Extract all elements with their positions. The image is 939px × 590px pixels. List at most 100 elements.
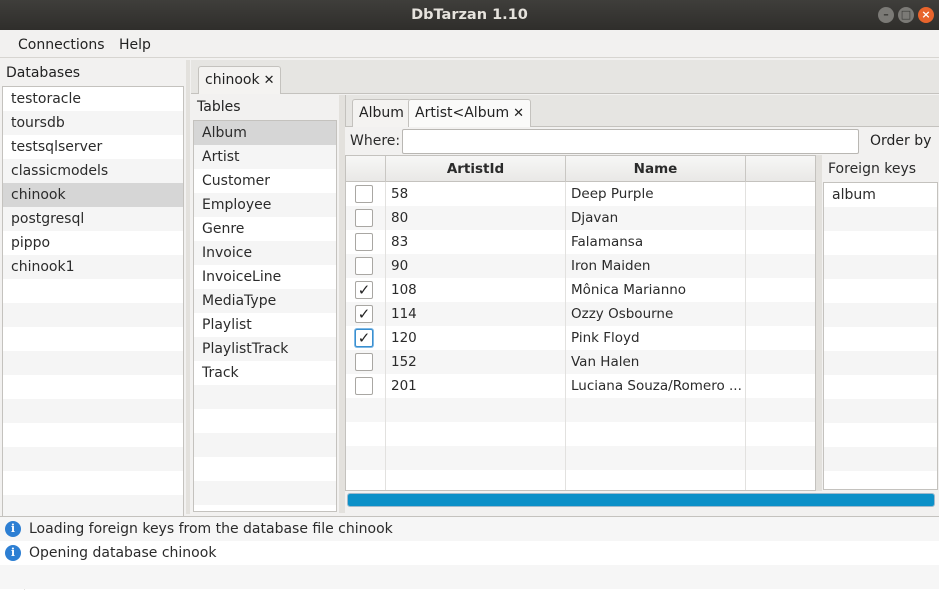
filler-cell — [746, 398, 815, 422]
table-row[interactable]: 83 Falamansa — [346, 230, 815, 254]
row-checkbox[interactable] — [355, 185, 373, 203]
table-item[interactable]: Artist — [194, 145, 336, 169]
database-item[interactable]: toursdb — [3, 111, 183, 135]
empty-row — [3, 279, 183, 303]
column-header-artistid[interactable]: ArtistId — [386, 156, 566, 182]
close-tab-icon[interactable]: ✕ — [264, 73, 275, 88]
filler-cell — [746, 254, 815, 278]
filler-cell — [746, 446, 815, 470]
where-input[interactable] — [402, 129, 859, 154]
name-cell — [566, 470, 746, 490]
table-item[interactable]: Playlist — [194, 313, 336, 337]
artistid-cell — [386, 398, 566, 422]
filler-cell — [746, 230, 815, 254]
row-checkbox[interactable] — [355, 377, 373, 395]
table-row[interactable]: 90 Iron Maiden — [346, 254, 815, 278]
column-header-check[interactable] — [346, 156, 386, 182]
artistid-cell: 80 — [386, 206, 566, 230]
foreign-keys-title: Foreign keys — [828, 161, 917, 177]
foreign-keys-list[interactable]: album — [823, 182, 938, 490]
filter-bar: Where: Order by — [345, 127, 939, 155]
table-row[interactable]: ✓ 114 Ozzy Osbourne — [346, 302, 815, 326]
table-row[interactable]: 152 Van Halen — [346, 350, 815, 374]
database-item[interactable]: testsqlserver — [3, 135, 183, 159]
table-item[interactable]: Invoice — [194, 241, 336, 265]
info-icon: i — [5, 545, 21, 561]
table-item[interactable]: Track — [194, 361, 336, 385]
empty-row — [824, 279, 937, 303]
check-cell — [346, 470, 386, 490]
filler-cell — [746, 278, 815, 302]
foreign-key-item[interactable]: album — [824, 183, 937, 207]
filler-cell — [746, 182, 815, 206]
column-header-name[interactable]: Name — [566, 156, 746, 182]
progress-fill — [348, 494, 934, 506]
maximize-button[interactable]: □ — [898, 7, 914, 23]
close-tab-icon[interactable]: ✕ — [513, 106, 524, 121]
window-titlebar: DbTarzan 1.10 – □ × — [0, 0, 939, 30]
table-row[interactable]: ✓ 108 Mônica Marianno — [346, 278, 815, 302]
filler-cell — [746, 206, 815, 230]
loading-progress-bar — [347, 493, 935, 507]
log-message: Loading foreign keys from the database f… — [29, 521, 393, 537]
table-item[interactable]: Customer — [194, 169, 336, 193]
table-item[interactable]: InvoiceLine — [194, 265, 336, 289]
empty-row — [346, 398, 815, 422]
databases-list[interactable]: testoracle toursdb testsqlserver classicmod… — [2, 86, 184, 570]
name-cell: Luciana Souza/Romero ... — [566, 374, 746, 398]
database-item[interactable]: testoracle — [3, 87, 183, 111]
row-checkbox[interactable]: ✓ — [355, 305, 373, 323]
filler-cell — [746, 350, 815, 374]
empty-row — [194, 457, 336, 481]
table-item[interactable]: Employee — [194, 193, 336, 217]
row-checkbox[interactable] — [355, 233, 373, 251]
table-tab-strip: Album Artist<Album ✕ — [345, 95, 939, 127]
row-checkbox[interactable]: ✓ — [355, 281, 373, 299]
table-row[interactable]: ✓ 120 Pink Floyd — [346, 326, 815, 350]
table-row[interactable]: 201 Luciana Souza/Romero ... — [346, 374, 815, 398]
table-item[interactable]: MediaType — [194, 289, 336, 313]
artistid-cell: 120 — [386, 326, 566, 350]
tables-list[interactable]: Album Artist Customer Employee Genre Invoice I… — [193, 120, 337, 512]
empty-row — [824, 375, 937, 399]
database-item[interactable]: pippo — [3, 231, 183, 255]
check-cell — [346, 422, 386, 446]
menu-help[interactable]: Help — [119, 30, 151, 60]
minimize-button[interactable]: – — [878, 7, 894, 23]
info-icon: i — [5, 521, 21, 537]
database-item[interactable]: chinook1 — [3, 255, 183, 279]
row-checkbox[interactable]: ✓ — [355, 329, 373, 347]
database-item[interactable]: chinook — [3, 183, 183, 207]
order-by-button[interactable]: Order by — [865, 129, 939, 154]
log-entry: i Opening database chinook — [0, 541, 939, 565]
table-item[interactable]: Album — [194, 121, 336, 145]
name-cell: Iron Maiden — [566, 254, 746, 278]
row-checkbox[interactable] — [355, 257, 373, 275]
empty-row — [824, 447, 937, 471]
menu-connections[interactable]: Connections — [18, 30, 105, 60]
row-checkbox[interactable] — [355, 209, 373, 227]
table-item[interactable]: Genre — [194, 217, 336, 241]
row-checkbox[interactable] — [355, 353, 373, 371]
splitter-databases[interactable] — [186, 60, 190, 514]
empty-row — [3, 375, 183, 399]
empty-row — [824, 231, 937, 255]
column-header-filler — [746, 156, 815, 182]
log-entry: i Loading foreign keys from the database … — [0, 517, 939, 541]
filler-cell — [746, 422, 815, 446]
empty-row — [3, 447, 183, 471]
window-title: DbTarzan 1.10 — [411, 7, 528, 23]
database-item[interactable]: postgresql — [3, 207, 183, 231]
empty-row — [346, 446, 815, 470]
tab-chinook[interactable]: chinook ✕ — [198, 66, 282, 94]
filler-cell — [746, 326, 815, 350]
database-item[interactable]: classicmodels — [3, 159, 183, 183]
empty-row — [824, 471, 937, 489]
table-item[interactable]: PlaylistTrack — [194, 337, 336, 361]
check-cell — [346, 230, 386, 254]
tab-album[interactable]: Album — [352, 99, 411, 127]
close-window-button[interactable]: × — [918, 7, 934, 23]
table-row[interactable]: 58 Deep Purple — [346, 182, 815, 206]
tab-artist-album[interactable]: Artist<Album ✕ — [408, 99, 531, 127]
table-row[interactable]: 80 Djavan — [346, 206, 815, 230]
